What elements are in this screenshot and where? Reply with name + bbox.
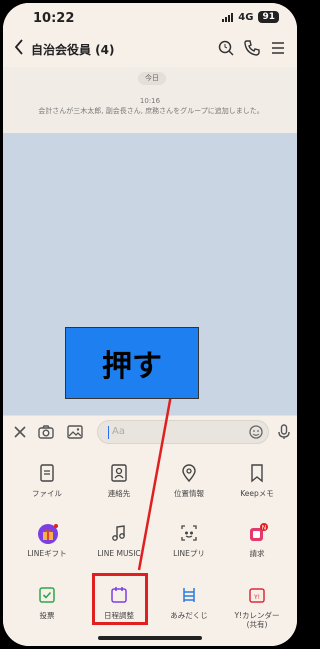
menu-icon[interactable]: [269, 39, 287, 57]
camera-icon[interactable]: [37, 423, 55, 441]
close-icon[interactable]: [11, 423, 29, 441]
camera-print-icon: [179, 523, 199, 543]
menu-item-location[interactable]: 位置情報: [153, 457, 225, 507]
menu-item-contact[interactable]: 連絡先: [83, 457, 155, 507]
menu-item-label: LINEプリ: [173, 549, 205, 558]
phone-icon[interactable]: [243, 39, 261, 57]
menu-item-label: 連絡先: [107, 489, 131, 498]
music-icon: [109, 523, 129, 543]
menu-item-label: ファイル: [32, 489, 62, 498]
menu-item-gift[interactable]: LINEギフト: [11, 517, 83, 567]
menu-item-label: あみだくじ: [170, 611, 208, 620]
phone-screen: 10:22 4G 91 自治会役員 (4) 今日 10:16 会計さんが三木太郎: [3, 3, 297, 646]
message-input[interactable]: Aa: [97, 420, 269, 444]
mic-icon[interactable]: [275, 423, 293, 441]
system-message-area: 今日 10:16 会計さんが三木太郎, 副会長さん, 庶務さんをグループに追加し…: [3, 67, 297, 133]
system-message-time: 10:16: [139, 97, 161, 105]
battery-icon: 91: [258, 11, 279, 23]
signal-icon: [222, 12, 234, 22]
menu-item-file[interactable]: ファイル: [11, 457, 83, 507]
text-caret: [108, 426, 109, 439]
status-time: 10:22: [33, 11, 75, 26]
menu-item-label: LINE MUSIC: [97, 549, 141, 558]
menu-item-label: 請求: [249, 549, 265, 558]
home-indicator: [98, 636, 202, 640]
date-badge: 今日: [138, 72, 166, 85]
svg-text:Y!: Y!: [253, 594, 260, 601]
menu-item-label: Keepメモ: [240, 489, 274, 498]
image-icon[interactable]: [66, 423, 84, 441]
attachment-menu: ファイル 連絡先 位置情報 Keepメモ LINEギフト LINE MUSIC …: [3, 447, 297, 646]
network-label: 4G: [238, 11, 254, 23]
menu-item-keep[interactable]: Keepメモ: [221, 457, 293, 507]
chat-header: 自治会役員 (4): [3, 31, 297, 67]
svg-text:N: N: [262, 525, 267, 532]
bill-icon: N: [247, 523, 268, 543]
chevron-left-icon[interactable]: [13, 38, 25, 61]
amida-icon: [179, 585, 199, 605]
menu-item-print[interactable]: LINEプリ: [153, 517, 225, 567]
menu-item-yahoo-calendar[interactable]: Y! Y!カレンダー (共有): [221, 579, 293, 629]
system-message: 会計さんが三木太郎, 副会長さん, 庶務さんをグループに追加しました。: [38, 107, 264, 115]
menu-item-music[interactable]: LINE MUSIC: [83, 517, 155, 567]
bookmark-icon: [247, 463, 267, 483]
press-callout-label: 押す: [102, 349, 162, 384]
menu-item-label: Y!カレンダー (共有): [234, 611, 280, 629]
input-bar: Aa: [3, 415, 297, 448]
message-placeholder: Aa: [112, 426, 125, 437]
location-icon: [179, 463, 199, 483]
menu-item-amida[interactable]: あみだくじ: [153, 579, 225, 629]
status-bar: 10:22 4G 91: [3, 3, 297, 31]
press-callout: 押す: [65, 327, 199, 399]
search-icon[interactable]: [217, 39, 235, 57]
contact-icon: [109, 463, 129, 483]
menu-item-label: 位置情報: [174, 489, 204, 498]
menu-item-bill[interactable]: N 請求: [221, 517, 293, 567]
status-indicators: 4G 91: [222, 11, 279, 23]
menu-item-label: LINEギフト: [27, 549, 67, 558]
yahoo-calendar-icon: Y!: [247, 585, 267, 605]
emoji-icon[interactable]: [248, 424, 264, 440]
highlight-box: [92, 573, 148, 625]
menu-item-vote[interactable]: 投票: [11, 579, 83, 629]
menu-item-label: 投票: [39, 611, 55, 620]
chat-title: 自治会役員 (4): [31, 43, 115, 57]
gift-icon: [37, 523, 58, 544]
file-icon: [37, 463, 57, 483]
vote-icon: [37, 585, 57, 605]
